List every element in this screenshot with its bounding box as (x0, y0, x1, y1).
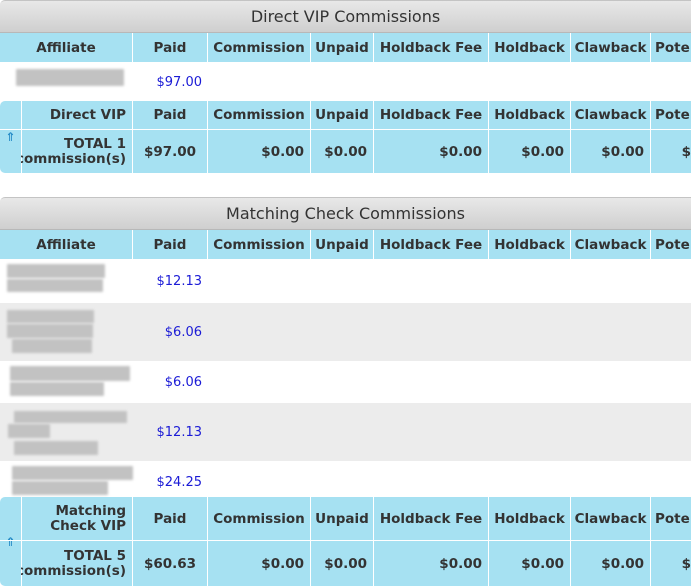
col-affiliate[interactable]: Affiliate (0, 230, 133, 259)
redacted-affiliate-name (8, 424, 50, 438)
total-holdback: $0.00 (489, 541, 571, 586)
col-holdback-fee[interactable]: Holdback Fee (374, 33, 489, 62)
total-label: TOTAL 5 commission(s) (21, 541, 133, 586)
footer-col-unpaid: Unpaid (311, 101, 374, 129)
total-pote: $ (681, 555, 691, 572)
paid-amount-link[interactable]: $6.06 (165, 325, 202, 340)
redacted-affiliate-name (7, 310, 94, 323)
footer-col-pote: Pote (655, 107, 690, 123)
redacted-affiliate-name (7, 279, 103, 292)
direct-vip-section: Direct VIP Commissions Affiliate Paid Co… (0, 0, 691, 173)
redacted-affiliate-name (16, 69, 124, 86)
col-holdback[interactable]: Holdback (489, 33, 571, 62)
total-unpaid: $0.00 (311, 541, 374, 586)
redacted-affiliate-name (14, 411, 127, 423)
col-pote[interactable]: Pote (651, 33, 691, 62)
total-holdback-fee: $0.00 (374, 541, 489, 586)
footer-col-clawback: Clawback (571, 497, 651, 540)
paid-amount-link[interactable]: $6.06 (165, 375, 202, 390)
total-paid: $60.63 (133, 541, 208, 586)
redacted-affiliate-name (10, 382, 104, 396)
col-paid[interactable]: Paid (133, 230, 208, 259)
footer-col-paid: Paid (133, 497, 208, 540)
redacted-affiliate-name (12, 481, 108, 495)
footer-col-commission: Commission (208, 101, 311, 129)
table-row: $6.06 (0, 303, 691, 361)
direct-vip-footer-header: Direct VIP Paid Commission Unpaid Holdba… (0, 101, 691, 129)
footer-col-matching-check-vip: Matching Check VIP (21, 497, 133, 540)
footer-col-holdback-fee: Holdback Fee (374, 497, 489, 540)
paid-amount-link[interactable]: $12.13 (157, 425, 203, 440)
total-holdback-fee: $0.00 (374, 130, 489, 173)
total-clawback: $0.00 (571, 130, 651, 173)
total-clawback: $0.00 (571, 541, 651, 586)
matching-check-footer: ⇑ Matching Check VIP Paid Commission Unp… (0, 497, 691, 586)
redacted-affiliate-name (14, 441, 98, 455)
table-row: $12.13 (0, 259, 691, 303)
footer-col-holdback-fee: Holdback Fee (374, 101, 489, 129)
redacted-affiliate-name (10, 366, 130, 381)
col-unpaid[interactable]: Unpaid (311, 230, 374, 259)
footer-col-paid: Paid (133, 101, 208, 129)
redacted-affiliate-name (12, 339, 92, 353)
total-label: TOTAL 1 commission(s) (21, 130, 133, 173)
total-pote: $ (681, 143, 691, 160)
direct-vip-title: Direct VIP Commissions (0, 0, 691, 33)
paid-amount-link[interactable]: $12.13 (157, 274, 203, 289)
table-row: $97.00 (0, 62, 691, 103)
col-commission[interactable]: Commission (208, 33, 311, 62)
matching-check-footer-header: Matching Check VIP Paid Commission Unpai… (0, 497, 691, 540)
paid-amount-link[interactable]: $24.25 (157, 475, 203, 490)
col-pote[interactable]: Pote (651, 230, 691, 259)
footer-col-pote: Pote (655, 510, 690, 527)
col-clawback[interactable]: Clawback (571, 33, 651, 62)
total-unpaid: $0.00 (311, 130, 374, 173)
total-commission: $0.00 (208, 541, 311, 586)
matching-check-header-row: Affiliate Paid Commission Unpaid Holdbac… (0, 230, 691, 259)
footer-col-unpaid: Unpaid (311, 497, 374, 540)
matching-check-title: Matching Check Commissions (0, 197, 691, 230)
direct-vip-footer: ⇑ Direct VIP Paid Commission Unpaid Hold… (0, 101, 691, 173)
footer-col-commission: Commission (208, 497, 311, 540)
total-commission: $0.00 (208, 130, 311, 173)
col-holdback-fee[interactable]: Holdback Fee (374, 230, 489, 259)
matching-check-total-row: TOTAL 5 commission(s) $60.63 $0.00 $0.00… (0, 540, 691, 586)
col-commission[interactable]: Commission (208, 230, 311, 259)
col-affiliate[interactable]: Affiliate (0, 33, 133, 62)
col-clawback[interactable]: Clawback (571, 230, 651, 259)
direct-vip-header-row: Affiliate Paid Commission Unpaid Holdbac… (0, 33, 691, 62)
redacted-affiliate-name (12, 466, 133, 480)
redacted-affiliate-name (7, 264, 105, 278)
total-holdback: $0.00 (489, 130, 571, 173)
table-row: $12.13 (0, 403, 691, 461)
footer-col-clawback: Clawback (571, 101, 651, 129)
direct-vip-total-row: TOTAL 1 commission(s) $97.00 $0.00 $0.00… (0, 129, 691, 173)
redacted-affiliate-name (7, 324, 93, 338)
paid-amount-link[interactable]: $97.00 (157, 75, 203, 90)
matching-check-section: Matching Check Commissions Affiliate Pai… (0, 197, 691, 586)
footer-col-holdback: Holdback (489, 497, 571, 540)
total-paid: $97.00 (133, 130, 208, 173)
col-paid[interactable]: Paid (133, 33, 208, 62)
col-unpaid[interactable]: Unpaid (311, 33, 374, 62)
table-row: $6.06 (0, 361, 691, 403)
col-holdback[interactable]: Holdback (489, 230, 571, 259)
footer-col-holdback: Holdback (489, 101, 571, 129)
footer-col-direct-vip: Direct VIP (21, 101, 133, 129)
